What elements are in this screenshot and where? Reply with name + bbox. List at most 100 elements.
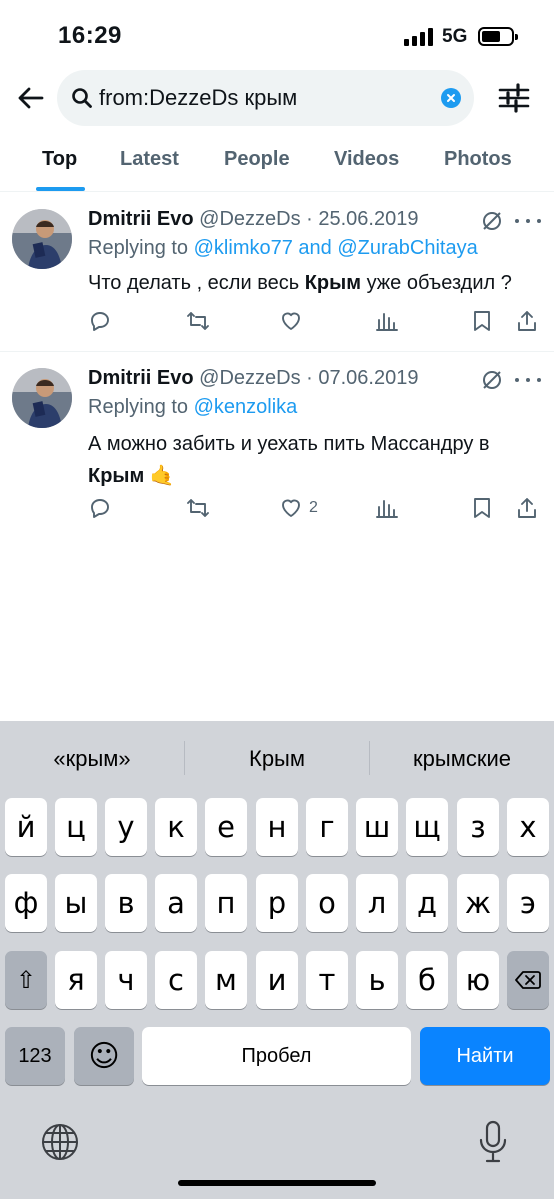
share-button[interactable] xyxy=(515,493,539,523)
tweet-actions xyxy=(0,306,554,336)
key[interactable]: л xyxy=(356,874,398,932)
search-key[interactable]: Найти xyxy=(420,1027,550,1085)
key[interactable]: щ xyxy=(406,798,448,856)
key[interactable]: з xyxy=(457,798,499,856)
suggestion-item[interactable]: Крым xyxy=(185,721,369,797)
key[interactable]: п xyxy=(205,874,247,932)
heart-icon xyxy=(282,499,300,517)
more-icon[interactable] xyxy=(515,210,541,232)
key[interactable]: и xyxy=(256,951,298,1009)
replying-to-label: Replying to xyxy=(88,237,189,259)
bookmark-button[interactable] xyxy=(470,493,494,523)
arrow-left-icon xyxy=(18,87,44,109)
key[interactable]: ю xyxy=(457,951,499,1009)
suggestion-item[interactable]: крымские xyxy=(370,721,554,797)
search-tabs: Top Latest People Videos Photos xyxy=(0,132,554,192)
grok-icon[interactable] xyxy=(481,369,503,391)
author-handle[interactable]: @DezzeDs xyxy=(199,208,300,230)
back-button[interactable] xyxy=(12,78,48,118)
key[interactable]: ы xyxy=(55,874,97,932)
search-icon xyxy=(72,88,92,108)
retweet-button[interactable] xyxy=(186,306,210,336)
key[interactable]: т xyxy=(306,951,348,1009)
like-button[interactable] xyxy=(279,306,309,336)
avatar[interactable] xyxy=(12,209,72,269)
heart-icon xyxy=(282,312,300,330)
share-button[interactable] xyxy=(515,306,539,336)
key[interactable]: д xyxy=(406,874,448,932)
battery-icon xyxy=(478,27,518,46)
tweet-text: Что делать , если весь Крым уже объездил… xyxy=(88,272,512,294)
tweet[interactable]: Dmitrii Evo @DezzeDs · 07.06.2019 Replyi… xyxy=(0,352,554,537)
tab-people[interactable]: People xyxy=(224,148,290,171)
author-name[interactable]: Dmitrii Evo xyxy=(88,208,194,230)
tab-photos[interactable]: Photos xyxy=(444,148,512,171)
views-button[interactable] xyxy=(375,306,399,336)
tab-latest[interactable]: Latest xyxy=(120,148,179,171)
key[interactable]: к xyxy=(155,798,197,856)
reply-button[interactable] xyxy=(88,493,112,523)
reply-icon xyxy=(91,312,109,331)
key[interactable]: й xyxy=(5,798,47,856)
key[interactable]: ь xyxy=(356,951,398,1009)
microphone-icon[interactable] xyxy=(478,1120,508,1164)
sliders-icon xyxy=(498,83,530,113)
key[interactable]: с xyxy=(155,951,197,1009)
key[interactable]: о xyxy=(306,874,348,932)
key[interactable]: ч xyxy=(105,951,147,1009)
tab-videos[interactable]: Videos xyxy=(334,148,399,171)
backspace-key[interactable] xyxy=(507,951,549,1009)
key[interactable]: в xyxy=(105,874,147,932)
grok-icon[interactable] xyxy=(481,210,503,232)
bar-chart-icon xyxy=(376,500,398,518)
key[interactable]: н xyxy=(256,798,298,856)
more-icon[interactable] xyxy=(515,369,541,391)
replying-to-label: Replying to xyxy=(88,396,189,418)
key[interactable]: р xyxy=(256,874,298,932)
key[interactable]: ф xyxy=(5,874,47,932)
key[interactable]: ц xyxy=(55,798,97,856)
bookmark-button[interactable] xyxy=(470,306,494,336)
author-handle[interactable]: @DezzeDs xyxy=(199,367,300,389)
tab-top[interactable]: Top xyxy=(42,148,77,171)
tweet[interactable]: Dmitrii Evo @DezzeDs · 25.06.2019 Replyi… xyxy=(0,193,554,352)
author-name[interactable]: Dmitrii Evo xyxy=(88,367,194,389)
bookmark-icon xyxy=(474,498,490,518)
retweet-button[interactable] xyxy=(186,493,210,523)
key[interactable]: е xyxy=(205,798,247,856)
status-bar: 16:29 5G xyxy=(0,0,554,70)
key[interactable]: э xyxy=(507,874,549,932)
views-button[interactable] xyxy=(375,493,399,523)
like-count: 2 xyxy=(309,499,318,516)
key[interactable]: ж xyxy=(457,874,499,932)
key[interactable]: х xyxy=(507,798,549,856)
tweet-date[interactable]: · 07.06.2019 xyxy=(306,367,418,389)
key[interactable]: у xyxy=(105,798,147,856)
shift-key[interactable]: ⇧ xyxy=(5,951,47,1009)
key[interactable]: м xyxy=(205,951,247,1009)
suggestion-item[interactable]: «крым» xyxy=(0,721,184,797)
tweet-text: А можно забить и уехать пить Массандру в… xyxy=(88,433,490,487)
reply-button[interactable] xyxy=(88,306,112,336)
key[interactable]: б xyxy=(406,951,448,1009)
bookmark-icon xyxy=(474,311,490,331)
search-input[interactable]: from:DezzeDs крым xyxy=(57,70,474,126)
key[interactable]: я xyxy=(55,951,97,1009)
key[interactable]: г xyxy=(306,798,348,856)
retweet-icon xyxy=(187,499,209,517)
globe-icon[interactable] xyxy=(40,1122,80,1162)
bar-chart-icon xyxy=(376,313,398,331)
key[interactable]: а xyxy=(155,874,197,932)
like-button[interactable]: 2 xyxy=(279,493,318,523)
avatar[interactable] xyxy=(12,368,72,428)
key[interactable]: ш xyxy=(356,798,398,856)
emoji-key[interactable]: ☺ xyxy=(74,1027,134,1085)
mention-link[interactable]: @kenzolika xyxy=(194,396,298,418)
tweet-date[interactable]: · 25.06.2019 xyxy=(306,208,418,230)
clear-search-button[interactable] xyxy=(441,88,461,108)
mention-link[interactable]: @klimko77 xyxy=(194,237,293,259)
numbers-key[interactable]: 123 xyxy=(5,1027,65,1085)
search-filters-button[interactable] xyxy=(496,80,532,116)
space-key[interactable]: Пробел xyxy=(142,1027,411,1085)
mention-link[interactable]: @ZurabChitaya xyxy=(337,237,477,259)
